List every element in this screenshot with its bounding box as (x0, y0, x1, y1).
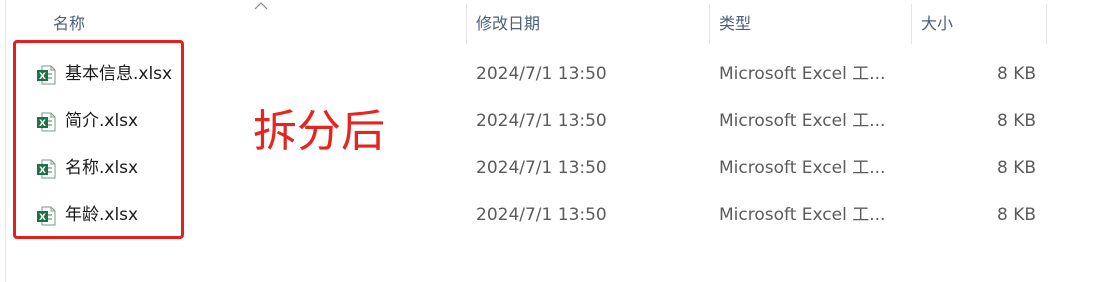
file-size: 8 KB (996, 64, 1036, 84)
file-modified-date: 2024/7/1 13:50 (476, 205, 607, 225)
column-header-type[interactable]: 类型 (719, 0, 751, 44)
file-type: Microsoft Excel 工... (719, 111, 886, 131)
annotation-label: 拆分后 (253, 106, 385, 157)
file-modified-date: 2024/7/1 13:50 (476, 64, 607, 84)
sort-ascending-icon (254, 2, 268, 10)
file-type: Microsoft Excel 工... (719, 205, 886, 225)
file-size: 8 KB (996, 111, 1036, 131)
column-header-modified[interactable]: 修改日期 (476, 0, 540, 44)
file-size: 8 KB (996, 158, 1036, 178)
column-header-size[interactable]: 大小 (921, 0, 953, 44)
file-modified-date: 2024/7/1 13:50 (476, 111, 607, 131)
file-type: Microsoft Excel 工... (719, 158, 886, 178)
column-divider[interactable] (911, 4, 912, 44)
file-size: 8 KB (996, 205, 1036, 225)
file-type: Microsoft Excel 工... (719, 64, 886, 84)
column-divider[interactable] (1046, 4, 1047, 44)
column-header-bar: 名称 修改日期 类型 大小 (6, 0, 1117, 44)
column-divider[interactable] (466, 4, 467, 44)
file-modified-date: 2024/7/1 13:50 (476, 158, 607, 178)
highlight-annotation-box (13, 40, 184, 239)
column-divider[interactable] (709, 4, 710, 44)
column-header-name[interactable]: 名称 (53, 0, 85, 44)
file-explorer-window: 名称 修改日期 类型 大小 X 基本信息.xlsx 2024/7/1 13:50… (0, 0, 1117, 282)
